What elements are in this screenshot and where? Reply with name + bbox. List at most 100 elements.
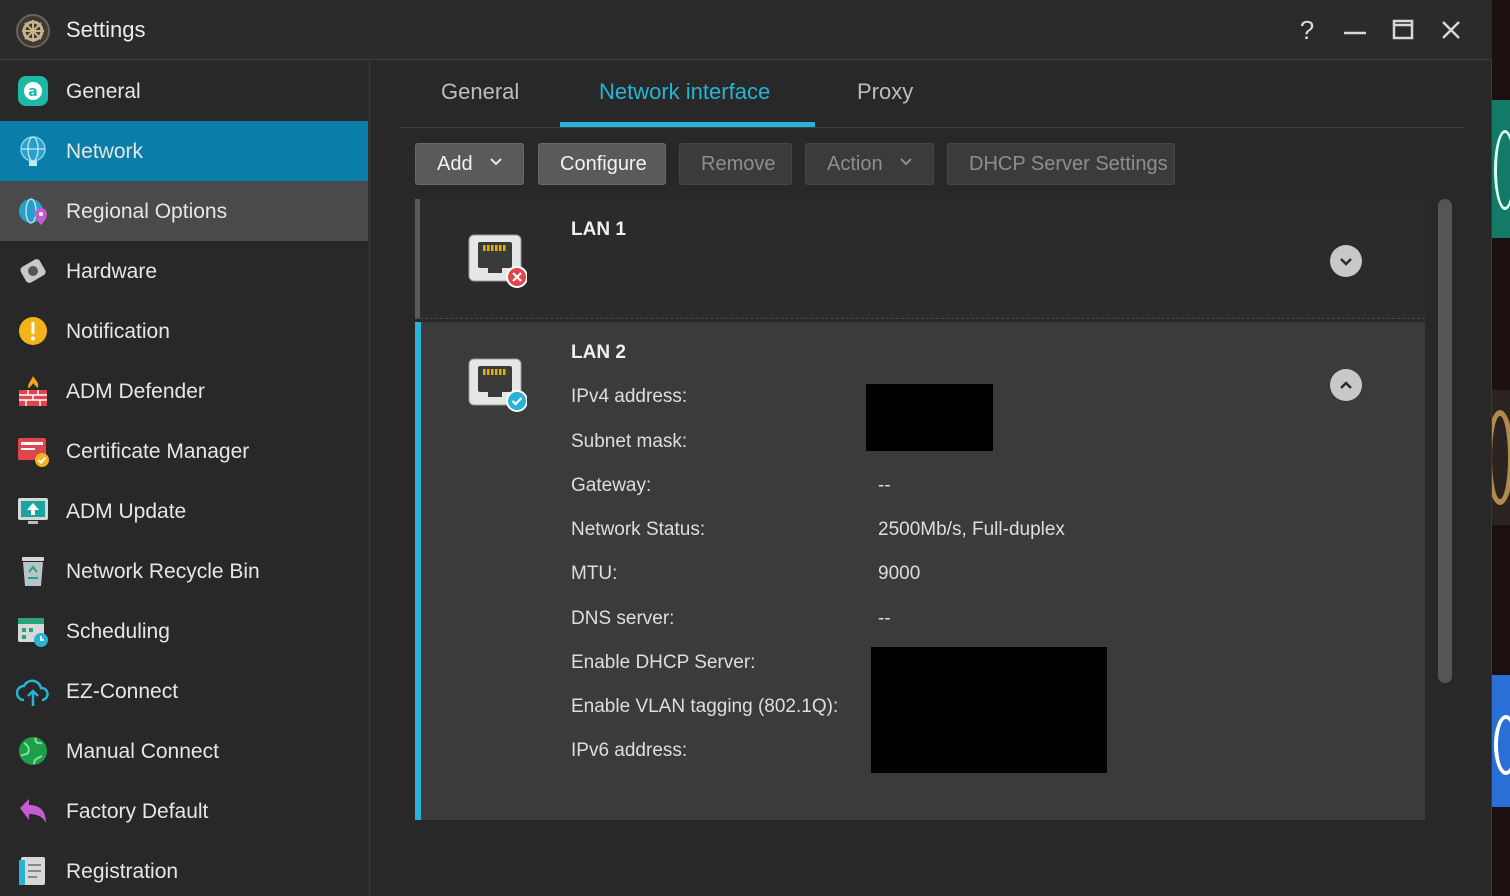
sidebar-item-label: General xyxy=(66,80,141,103)
maximize-button[interactable] xyxy=(1387,14,1419,46)
close-icon xyxy=(1442,21,1460,39)
interface-card-lan2[interactable]: LAN 2 IPv4 address: Subnet mask: Gateway… xyxy=(415,322,1425,820)
sidebar-item-scheduling[interactable]: Scheduling xyxy=(0,601,368,661)
gateway-label: Gateway: xyxy=(571,475,652,496)
scrollbar[interactable] xyxy=(1438,199,1452,683)
hardware-icon xyxy=(20,259,46,283)
chevron-down-icon xyxy=(1340,258,1352,266)
add-button[interactable]: Add xyxy=(415,143,524,185)
regional-globe-pin-icon xyxy=(19,198,47,225)
dhcp-label: Enable DHCP Server: xyxy=(571,652,756,673)
update-monitor-icon xyxy=(18,498,48,524)
sidebar-item-label: Manual Connect xyxy=(66,740,219,763)
sidebar-item-label: Certificate Manager xyxy=(66,440,250,463)
configure-button[interactable]: Configure xyxy=(538,143,666,185)
vlan-label: Enable VLAN tagging (802.1Q): xyxy=(571,696,839,717)
sidebar-item-label: ADM Defender xyxy=(66,380,205,403)
sidebar-item-label: Regional Options xyxy=(66,200,228,223)
cloud-upload-icon xyxy=(16,679,49,706)
title-bar: Settings ? xyxy=(0,0,1492,60)
sidebar-item-label: Registration xyxy=(66,860,179,883)
ipv4-label: IPv4 address: xyxy=(571,386,688,407)
ethernet-disconnected-icon xyxy=(468,234,527,288)
maximize-icon xyxy=(1392,19,1414,40)
sidebar-item-label: Network Recycle Bin xyxy=(66,560,260,583)
sidebar-item-ez-connect[interactable]: EZ-Connect xyxy=(0,661,368,721)
calendar-clock-icon xyxy=(18,618,48,647)
sidebar-item-label: Scheduling xyxy=(66,620,170,643)
tab-bar: General Network interface Proxy xyxy=(401,61,1463,128)
settings-gear-icon xyxy=(16,14,50,48)
ipv6-label: IPv6 address: xyxy=(571,740,688,761)
undo-arrow-icon xyxy=(20,799,46,823)
sidebar-item-label: ADM Update xyxy=(66,500,187,523)
action-button-label: Action xyxy=(827,152,883,175)
ethernet-connected-icon xyxy=(468,358,527,412)
sidebar-item-notification[interactable]: Notification xyxy=(0,301,368,361)
settings-window: Settings ? a General Network Regional Op… xyxy=(0,0,1492,896)
sidebar-item-certificate-manager[interactable]: Certificate Manager xyxy=(0,421,368,481)
sidebar-item-registration[interactable]: Registration xyxy=(0,841,368,896)
desktop-background xyxy=(1492,0,1510,896)
minimize-icon xyxy=(1344,31,1366,35)
sidebar-item-factory-default[interactable]: Factory Default xyxy=(0,781,368,841)
sidebar-item-label: Notification xyxy=(66,320,170,343)
active-tab-indicator xyxy=(560,122,815,127)
window-title: Settings xyxy=(66,17,146,42)
redacted-block xyxy=(866,384,993,451)
network-globe-icon xyxy=(20,136,46,166)
action-button[interactable]: Action xyxy=(805,143,934,185)
sidebar-item-adm-defender[interactable]: ADM Defender xyxy=(0,361,368,421)
chevron-up-icon xyxy=(1340,381,1352,389)
dhcp-button-label: DHCP Server Settings xyxy=(969,152,1168,175)
collapse-button[interactable] xyxy=(1330,369,1362,401)
tab-network-interface[interactable]: Network interface xyxy=(599,79,770,105)
tab-general[interactable]: General xyxy=(441,79,519,105)
sidebar-item-hardware[interactable]: Hardware xyxy=(0,241,368,301)
mtu-value: 9000 xyxy=(878,563,921,584)
registration-icon xyxy=(19,857,45,885)
sidebar-item-label: EZ-Connect xyxy=(66,680,179,703)
network-status-value: 2500Mb/s, Full-duplex xyxy=(878,519,1065,540)
dns-label: DNS server: xyxy=(571,608,675,629)
sidebar-nav: a General Network Regional Options Hardw… xyxy=(0,61,370,896)
sidebar-item-network-recycle-bin[interactable]: Network Recycle Bin xyxy=(0,541,368,601)
dhcp-server-settings-button[interactable]: DHCP Server Settings xyxy=(947,143,1175,185)
certificate-icon xyxy=(18,438,49,467)
sidebar-item-regional-options[interactable]: Regional Options xyxy=(0,181,368,241)
svg-text:a: a xyxy=(28,84,37,100)
minimize-button[interactable] xyxy=(1339,14,1371,46)
sidebar-item-manual-connect[interactable]: Manual Connect xyxy=(0,721,368,781)
main-panel: General Network interface Proxy Add Conf… xyxy=(371,61,1491,896)
chevron-down-icon xyxy=(900,158,912,166)
chevron-down-icon xyxy=(490,158,502,166)
globe-icon xyxy=(19,737,47,765)
dns-value: -- xyxy=(878,608,891,629)
general-icon: a xyxy=(18,76,48,106)
sidebar-item-label: Factory Default xyxy=(66,800,209,823)
sidebar-item-adm-update[interactable]: ADM Update xyxy=(0,481,368,541)
alert-icon xyxy=(19,317,47,345)
add-button-label: Add xyxy=(437,152,473,175)
tab-proxy[interactable]: Proxy xyxy=(857,79,913,105)
expand-button[interactable] xyxy=(1330,245,1362,277)
help-button[interactable]: ? xyxy=(1291,14,1323,46)
sidebar-item-label: Hardware xyxy=(66,260,158,283)
recycle-bin-icon xyxy=(22,557,44,586)
interface-name: LAN 2 xyxy=(571,342,626,363)
firewall-icon xyxy=(19,376,47,406)
mtu-label: MTU: xyxy=(571,563,618,584)
remove-button[interactable]: Remove xyxy=(679,143,792,185)
interface-name: LAN 1 xyxy=(571,219,626,240)
interface-card-lan1[interactable]: LAN 1 xyxy=(415,199,1425,319)
interface-list: LAN 1 LAN 2 IPv4 address: Subnet mask: G… xyxy=(415,199,1425,821)
sidebar-item-network[interactable]: Network xyxy=(0,121,368,181)
sidebar-item-label: Network xyxy=(66,140,144,163)
sidebar-item-general[interactable]: a General xyxy=(0,61,368,121)
remove-button-label: Remove xyxy=(701,152,776,175)
subnet-label: Subnet mask: xyxy=(571,431,688,452)
redacted-block xyxy=(871,647,1107,773)
close-button[interactable] xyxy=(1435,14,1467,46)
configure-button-label: Configure xyxy=(560,152,647,175)
gateway-value: -- xyxy=(878,475,891,496)
